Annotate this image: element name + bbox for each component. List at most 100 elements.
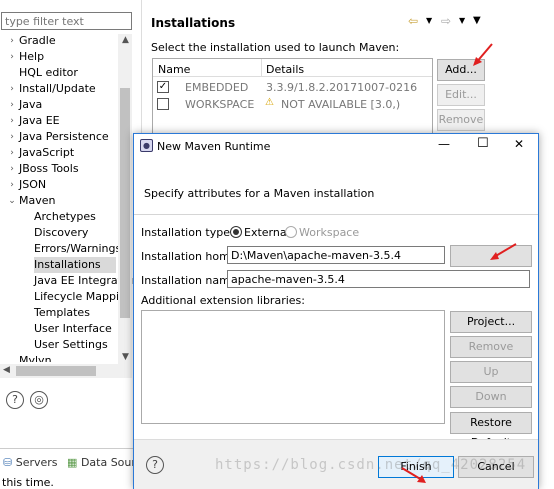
tree-item-user-interface[interactable]: User Interface — [34, 321, 116, 337]
minimize-icon[interactable]: — — [438, 137, 450, 151]
divider — [0, 448, 133, 449]
view-menu-icon[interactable]: ▼ — [473, 15, 481, 26]
installation-type-label: Installation type: — [141, 226, 234, 239]
tree-item-label: Maven — [19, 194, 56, 207]
tree-item-label: User Interface — [34, 322, 112, 335]
external-radio[interactable] — [230, 226, 242, 238]
restore-default-button[interactable]: Restore Default — [450, 412, 532, 449]
column-header-details[interactable]: Details — [266, 63, 304, 76]
tree-item-label: Gradle — [19, 34, 56, 47]
tree-item-java-persistence[interactable]: › Java Persistence — [10, 129, 116, 145]
chevron-down-icon[interactable]: ⌄ — [7, 193, 17, 209]
warning-icon: ⚠ — [265, 97, 274, 108]
up-button[interactable]: Up — [450, 361, 532, 383]
scroll-left-icon[interactable]: ◀ — [3, 365, 10, 375]
edit-button[interactable]: Edit... — [437, 84, 485, 106]
workspace-radio[interactable] — [285, 226, 297, 238]
tree-item-label: Java Persistence — [19, 130, 109, 143]
installations-description: Select the installation used to launch M… — [151, 41, 400, 54]
tree-item-hql-editor[interactable]: HQL editor — [19, 65, 116, 81]
eclipse-icon: ● — [140, 139, 153, 152]
back-arrow-icon[interactable]: ⇦ — [408, 14, 418, 28]
tree-item-errors-warnings[interactable]: Errors/Warnings — [34, 241, 121, 257]
tree-item-java-ee[interactable]: › Java EE — [10, 113, 116, 129]
tree-item-help[interactable]: › Help — [10, 49, 116, 65]
tree-item-jboss-tools[interactable]: › JBoss Tools — [10, 161, 116, 177]
servers-tab[interactable]: ⛁ Servers ▦ Data Source — [3, 456, 148, 469]
row-details: 3.3.9/1.8.2.20171007-0216 — [266, 81, 418, 94]
installation-name-label: Installation name: — [141, 274, 241, 287]
project-button[interactable]: Project... — [450, 311, 532, 333]
tree-item-lifecycle-mapping[interactable]: Lifecycle Mapping — [34, 289, 133, 305]
chevron-right-icon[interactable]: › — [7, 81, 17, 97]
tree-item-label: Java — [19, 98, 43, 111]
tree-scroll-thumb[interactable] — [120, 88, 130, 318]
tree-item-maven[interactable]: ⌄ Maven — [8, 193, 116, 209]
filter-input[interactable] — [1, 12, 132, 30]
remove-button[interactable]: Remove — [437, 109, 485, 131]
tree-item-label: Installations — [34, 258, 101, 271]
forward-arrow-icon[interactable]: ⇨ — [441, 14, 451, 28]
chevron-right-icon[interactable]: › — [7, 177, 17, 193]
tree-item-label: Java EE — [19, 114, 60, 127]
tree-item-user-settings[interactable]: User Settings — [34, 337, 116, 353]
tree-item-json[interactable]: › JSON — [10, 177, 116, 193]
scroll-down-icon[interactable]: ▼ — [122, 352, 129, 362]
column-divider — [261, 59, 262, 76]
chevron-right-icon[interactable]: › — [7, 33, 17, 49]
tree-item-javascript[interactable]: › JavaScript — [10, 145, 116, 161]
oomph-icon[interactable]: ◎ — [30, 391, 48, 409]
tree-item-java-ee-integration[interactable]: Java EE Integration — [34, 273, 139, 289]
tree-item-label: Discovery — [34, 226, 89, 239]
tree-item-java[interactable]: › Java — [10, 97, 116, 113]
workspace-label[interactable]: Workspace — [299, 226, 359, 239]
question-icon[interactable]: ? — [6, 391, 24, 409]
question-icon[interactable]: ? — [146, 456, 164, 474]
scroll-up-icon[interactable]: ▲ — [122, 35, 129, 45]
tree-item-label: JavaScript — [19, 146, 75, 159]
column-header-name[interactable]: Name — [158, 63, 190, 76]
tree-item-label: Templates — [34, 306, 90, 319]
tree-item-label: JBoss Tools — [19, 162, 79, 175]
tree-item-label: User Settings — [34, 338, 108, 351]
chevron-right-icon[interactable]: › — [7, 145, 17, 161]
watermark: https://blog.csdn.net/qq_42028254 — [215, 457, 527, 473]
chevron-right-icon[interactable]: › — [7, 129, 17, 145]
new-maven-runtime-dialog: ● New Maven Runtime — ☐ ✕ Specify attrib… — [133, 133, 539, 489]
table-row[interactable]: WORKSPACE ⚠ NOT AVAILABLE [3.0,) — [153, 96, 432, 112]
row-checkbox[interactable]: ✓ — [157, 81, 169, 93]
installation-home-field[interactable]: D:\Maven\apache-maven-3.5.4 — [227, 246, 445, 264]
annotation-arrow — [473, 43, 493, 66]
chevron-right-icon[interactable]: › — [7, 113, 17, 129]
table-row[interactable]: ✓ EMBEDDED 3.3.9/1.8.2.20171007-0216 — [153, 79, 432, 95]
tree-item-gradle[interactable]: › Gradle — [10, 33, 116, 49]
external-label[interactable]: External — [244, 226, 290, 239]
row-details: NOT AVAILABLE [3.0,) — [281, 98, 401, 111]
tree-item-discovery[interactable]: Discovery — [34, 225, 116, 241]
installation-name-field[interactable]: apache-maven-3.5.4 — [227, 270, 530, 288]
data-source-icon: ▦ — [67, 456, 78, 469]
chevron-right-icon[interactable]: › — [7, 161, 17, 177]
installations-table[interactable]: Name Details ✓ EMBEDDED 3.3.9/1.8.2.2017… — [152, 58, 433, 138]
tree-item-label: Archetypes — [34, 210, 96, 223]
tree-item-mylyn[interactable]: Mylyn — [19, 353, 52, 362]
down-button[interactable]: Down — [450, 386, 532, 408]
chevron-right-icon[interactable]: › — [7, 97, 17, 113]
close-icon[interactable]: ✕ — [514, 137, 524, 151]
back-dropdown-icon[interactable]: ▼ — [426, 16, 432, 25]
row-checkbox[interactable] — [157, 98, 169, 110]
annotation-arrow — [490, 243, 517, 260]
row-name: WORKSPACE — [185, 98, 255, 111]
page-title: Installations — [151, 16, 236, 30]
chevron-right-icon[interactable]: › — [7, 49, 17, 65]
forward-dropdown-icon[interactable]: ▼ — [459, 16, 465, 25]
tree-item-archetypes[interactable]: Archetypes — [34, 209, 116, 225]
tree-item-install-update[interactable]: › Install/Update — [10, 81, 116, 97]
tree-item-templates[interactable]: Templates — [34, 305, 116, 321]
tree-hscroll-thumb[interactable] — [16, 366, 96, 376]
tree-item-installations[interactable]: Installations — [34, 257, 116, 273]
remove-library-button[interactable]: Remove — [450, 336, 532, 358]
maximize-icon[interactable]: ☐ — [477, 136, 489, 151]
tree-item-label: JSON — [19, 178, 47, 191]
libraries-list[interactable] — [141, 310, 445, 424]
